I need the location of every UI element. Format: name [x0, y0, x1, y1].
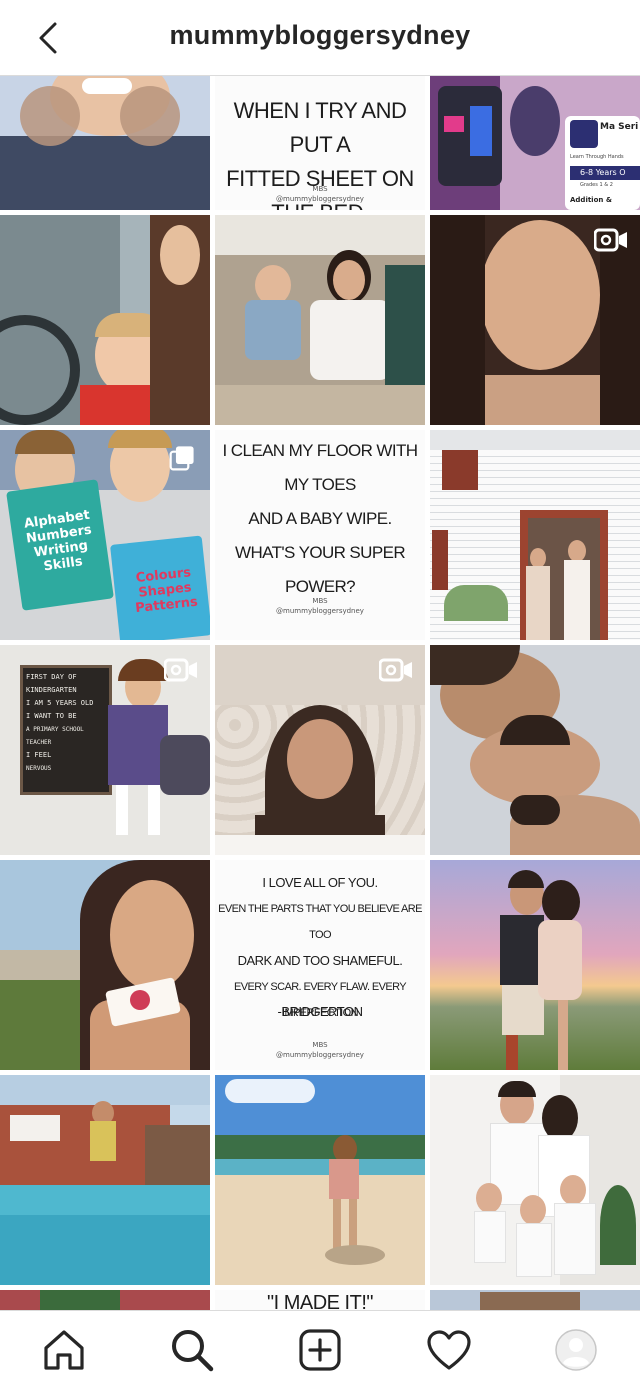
board-line: I WANT TO BE — [26, 712, 77, 720]
grid-post-17[interactable] — [215, 1075, 425, 1285]
handle: @mummybloggersydney — [276, 607, 364, 615]
video-icon — [594, 228, 627, 252]
signature: MBS — [312, 1041, 328, 1049]
grid-post-5[interactable] — [215, 215, 425, 425]
grid-post-1[interactable] — [0, 76, 210, 210]
badge-title: Ma Seri — [600, 122, 639, 132]
home-icon — [44, 1330, 84, 1370]
handle: @mummybloggersydney — [276, 195, 364, 203]
grid-post-15[interactable] — [430, 860, 640, 1070]
board-line: A PRIMARY SCHOOL TEACHER — [26, 726, 84, 746]
post-grid: WHEN I TRY AND PUT A FITTED SHEET ON THE… — [0, 76, 640, 1310]
nav-profile[interactable] — [551, 1325, 601, 1375]
heart-icon — [427, 1330, 471, 1370]
badge-age: 6-8 Years O — [580, 168, 626, 177]
quote-line: "I MADE IT!" — [267, 1292, 373, 1310]
profile-username: mummybloggersydney — [169, 20, 471, 50]
grid-post-3[interactable]: Ma Seri Learn Through Hands 6-8 Years O … — [430, 76, 640, 210]
grid-post-6[interactable] — [430, 215, 640, 425]
handle: @mummybloggersydney — [276, 1051, 364, 1059]
grid-post-11[interactable] — [215, 645, 425, 855]
nav-new-post[interactable] — [295, 1325, 345, 1375]
quote-line: I CLEAN MY FLOOR WITH MY TOES — [222, 441, 418, 494]
board-line: I FEEL — [26, 751, 52, 759]
grid-post-9[interactable] — [430, 430, 640, 640]
quote-line: WHEN I TRY AND PUT A — [233, 98, 407, 157]
nav-home[interactable] — [39, 1325, 89, 1375]
quote-line: I LOVE ALL OF YOU. — [262, 875, 378, 890]
grid-post-13[interactable] — [0, 860, 210, 1070]
badge-topic: Addition & — [570, 196, 612, 204]
book-title: Colours Shapes Patterns — [134, 565, 199, 617]
carousel-icon — [169, 446, 194, 471]
grid-post-18[interactable] — [430, 1075, 640, 1285]
video-icon — [164, 658, 197, 682]
search-icon — [172, 1330, 214, 1372]
grid-post-10[interactable]: FIRST DAY OF KINDERGARTEN I AM 5 YEARS O… — [0, 645, 210, 855]
grid-post-20[interactable]: "I MADE IT!" — [215, 1290, 425, 1310]
board-line: KINDERGARTEN — [26, 686, 77, 694]
grid-post-14[interactable]: I LOVE ALL OF YOU. EVEN THE PARTS THAT Y… — [215, 860, 425, 1070]
board-line: FIRST DAY OF — [26, 673, 77, 681]
signature: MBS — [312, 185, 328, 193]
grid-post-2[interactable]: WHEN I TRY AND PUT A FITTED SHEET ON THE… — [215, 76, 425, 210]
grid-post-19[interactable] — [0, 1290, 210, 1310]
video-icon — [379, 658, 412, 682]
quote-line: EVEN THE PARTS THAT YOU BELIEVE ARE TOO — [218, 903, 422, 941]
grid-post-16[interactable] — [0, 1075, 210, 1285]
badge-sub: Learn Through Hands — [570, 154, 624, 160]
grid-post-12[interactable] — [430, 645, 640, 855]
quote-line: AND A BABY WIPE. — [248, 509, 392, 528]
quote-line: -BRIDGERTON — [277, 1004, 363, 1019]
top-bar: mummybloggersydney — [0, 0, 640, 76]
signature: MBS — [312, 597, 328, 605]
quote-line: WHAT'S YOUR SUPER POWER? — [235, 543, 406, 596]
add-post-icon — [299, 1329, 341, 1371]
quote-line: DARK AND TOO SHAMEFUL. — [237, 953, 403, 968]
board-line: I AM 5 YEARS OLD — [26, 699, 94, 707]
bottom-nav — [0, 1310, 640, 1386]
profile-avatar — [555, 1329, 597, 1371]
grid-post-8[interactable]: I CLEAN MY FLOOR WITH MY TOES AND A BABY… — [215, 430, 425, 640]
nav-search[interactable] — [167, 1325, 217, 1375]
grid-post-7[interactable]: Alphabet Numbers Writing Skills Colours … — [0, 430, 210, 640]
nav-activity[interactable] — [424, 1325, 474, 1375]
grid-post-4[interactable] — [0, 215, 210, 425]
grid-post-21[interactable] — [430, 1290, 640, 1310]
board-line: NERVOUS — [26, 765, 52, 772]
book-title: Alphabet Numbers Writing Skills — [23, 507, 93, 575]
badge-grade: Grades 1 & 2 — [580, 182, 613, 188]
